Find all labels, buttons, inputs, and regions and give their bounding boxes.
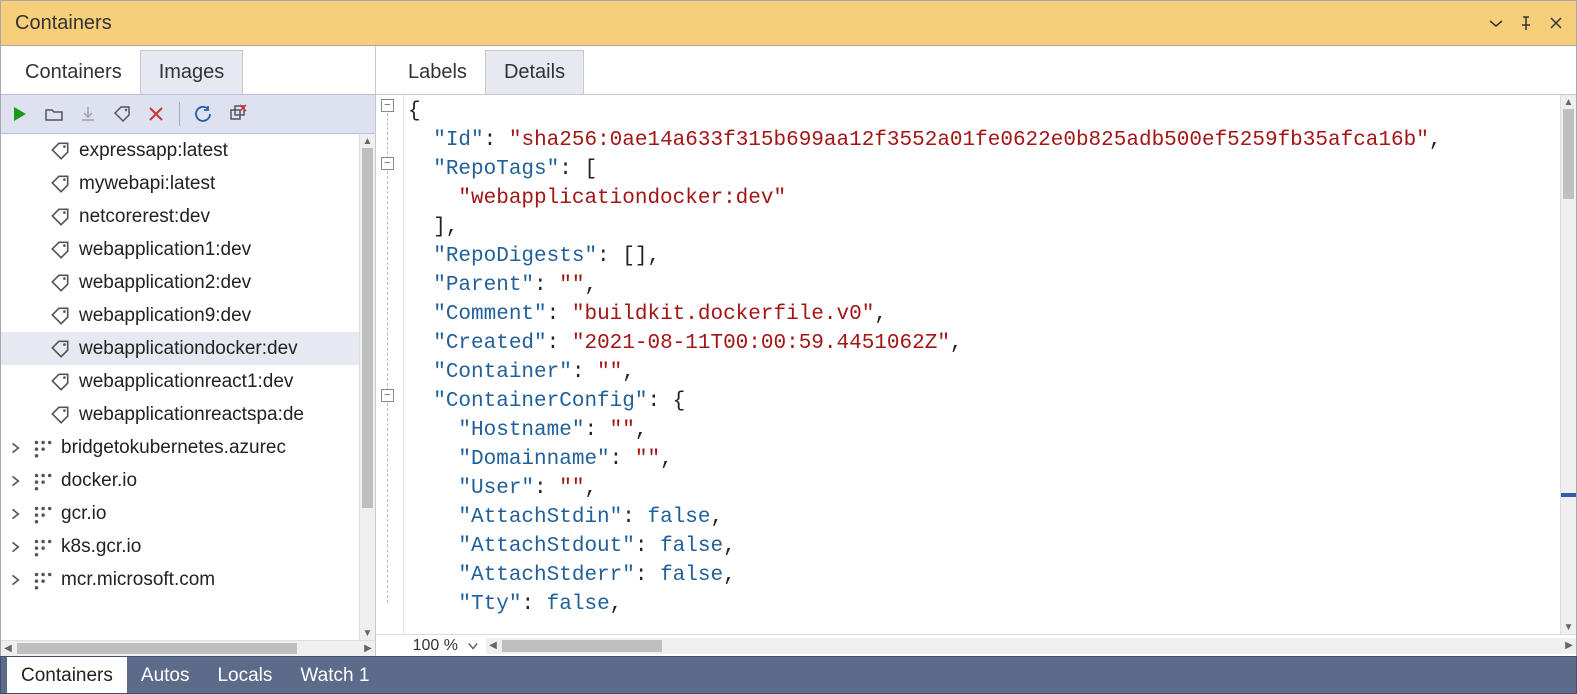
image-name: webapplication2:dev (79, 272, 251, 294)
right-pane: Labels Details − − − { "Id": "sha256:0ae… (376, 46, 1576, 656)
tag-icon[interactable] (111, 103, 133, 125)
registry-icon (31, 437, 53, 459)
image-item[interactable]: mywebapi:latest (1, 167, 359, 200)
registry-item[interactable]: bridgetokubernetes.azurec (1, 431, 359, 464)
open-folder-icon[interactable] (43, 103, 65, 125)
image-item[interactable]: netcorerest:dev (1, 200, 359, 233)
tab-details[interactable]: Details (485, 50, 584, 94)
fold-icon[interactable]: − (381, 99, 394, 112)
tag-icon (49, 338, 71, 360)
left-tab-strip: Containers Images (1, 46, 375, 94)
image-name: netcorerest:dev (79, 206, 210, 228)
editor-vertical-scrollbar[interactable]: ▲ ▼ (1560, 95, 1576, 634)
editor-horizontal-scrollbar[interactable]: ◀ ▶ (486, 638, 1576, 654)
editor-footer: 100 % ◀ ▶ (376, 634, 1576, 656)
image-item[interactable]: expressapp:latest (1, 134, 359, 167)
image-name: webapplication9:dev (79, 305, 251, 327)
registry-name: k8s.gcr.io (61, 536, 141, 558)
chevron-down-icon[interactable] (466, 639, 480, 653)
tag-icon (49, 371, 71, 393)
registry-item[interactable]: gcr.io (1, 497, 359, 530)
tree-horizontal-scrollbar[interactable]: ◀ ▶ (1, 640, 375, 656)
pin-icon[interactable] (1514, 11, 1538, 35)
json-code[interactable]: { "Id": "sha256:0ae14a633f315b699aa12f35… (404, 95, 1560, 634)
prune-icon[interactable] (226, 103, 248, 125)
close-icon[interactable] (1544, 11, 1568, 35)
bottom-tab-autos[interactable]: Autos (127, 657, 204, 693)
registry-item[interactable]: k8s.gcr.io (1, 530, 359, 563)
registry-name: bridgetokubernetes.azurec (61, 437, 286, 459)
image-tree[interactable]: expressapp:latest mywebapi:latest netcorer… (1, 134, 359, 640)
toolbar-separator (179, 102, 180, 126)
delete-icon[interactable] (145, 103, 167, 125)
bottom-tab-strip: Containers Autos Locals Watch 1 (0, 656, 1577, 694)
registry-item[interactable]: mcr.microsoft.com (1, 563, 359, 596)
tab-labels[interactable]: Labels (390, 51, 485, 94)
tag-icon (49, 239, 71, 261)
right-tab-strip: Labels Details (376, 46, 1576, 94)
panel-title: Containers (15, 12, 1478, 35)
tree-vertical-scrollbar[interactable]: ▲ ▼ (359, 134, 375, 640)
tag-icon (49, 272, 71, 294)
tag-icon (49, 206, 71, 228)
registry-icon (31, 536, 53, 558)
left-pane: Containers Images (1, 46, 376, 656)
zoom-level[interactable]: 100 % (376, 637, 486, 655)
expand-icon[interactable] (9, 470, 23, 492)
image-item[interactable]: webapplicationdocker:dev (1, 332, 359, 365)
image-name: webapplicationdocker:dev (79, 338, 298, 360)
image-item[interactable]: webapplication1:dev (1, 233, 359, 266)
registry-item[interactable]: docker.io (1, 464, 359, 497)
fold-icon[interactable]: − (381, 389, 394, 402)
image-name: mywebapi:latest (79, 173, 215, 195)
registry-name: mcr.microsoft.com (61, 569, 215, 591)
image-name: webapplicationreact1:dev (79, 371, 293, 393)
window-options-icon[interactable] (1484, 11, 1508, 35)
image-item[interactable]: webapplicationreact1:dev (1, 365, 359, 398)
registry-icon (31, 569, 53, 591)
download-icon[interactable] (77, 103, 99, 125)
tag-icon (49, 173, 71, 195)
expand-icon[interactable] (9, 536, 23, 558)
run-icon[interactable] (9, 103, 31, 125)
bottom-tab-containers[interactable]: Containers (7, 657, 127, 693)
bottom-tab-watch1[interactable]: Watch 1 (286, 657, 383, 693)
tag-icon (49, 305, 71, 327)
tag-icon (49, 404, 71, 426)
expand-icon[interactable] (9, 503, 23, 525)
bottom-tab-locals[interactable]: Locals (203, 657, 286, 693)
image-name: expressapp:latest (79, 140, 228, 162)
registry-name: gcr.io (61, 503, 106, 525)
image-name: webapplication1:dev (79, 239, 251, 261)
editor-gutter[interactable]: − − − (376, 95, 404, 634)
registry-icon (31, 503, 53, 525)
image-item[interactable]: webapplicationreactspa:de (1, 398, 359, 431)
images-toolbar (1, 94, 375, 134)
image-name: webapplicationreactspa:de (79, 404, 304, 426)
registry-name: docker.io (61, 470, 137, 492)
details-editor[interactable]: − − − { "Id": "sha256:0ae14a633f315b699a… (376, 95, 1576, 634)
expand-icon[interactable] (9, 437, 23, 459)
tag-icon (49, 140, 71, 162)
registry-icon (31, 470, 53, 492)
refresh-icon[interactable] (192, 103, 214, 125)
tab-images[interactable]: Images (140, 50, 244, 94)
image-item[interactable]: webapplication2:dev (1, 266, 359, 299)
fold-icon[interactable]: − (381, 157, 394, 170)
expand-icon[interactable] (9, 569, 23, 591)
tab-containers[interactable]: Containers (7, 51, 140, 94)
panel-title-bar: Containers (0, 0, 1577, 46)
image-item[interactable]: webapplication9:dev (1, 299, 359, 332)
